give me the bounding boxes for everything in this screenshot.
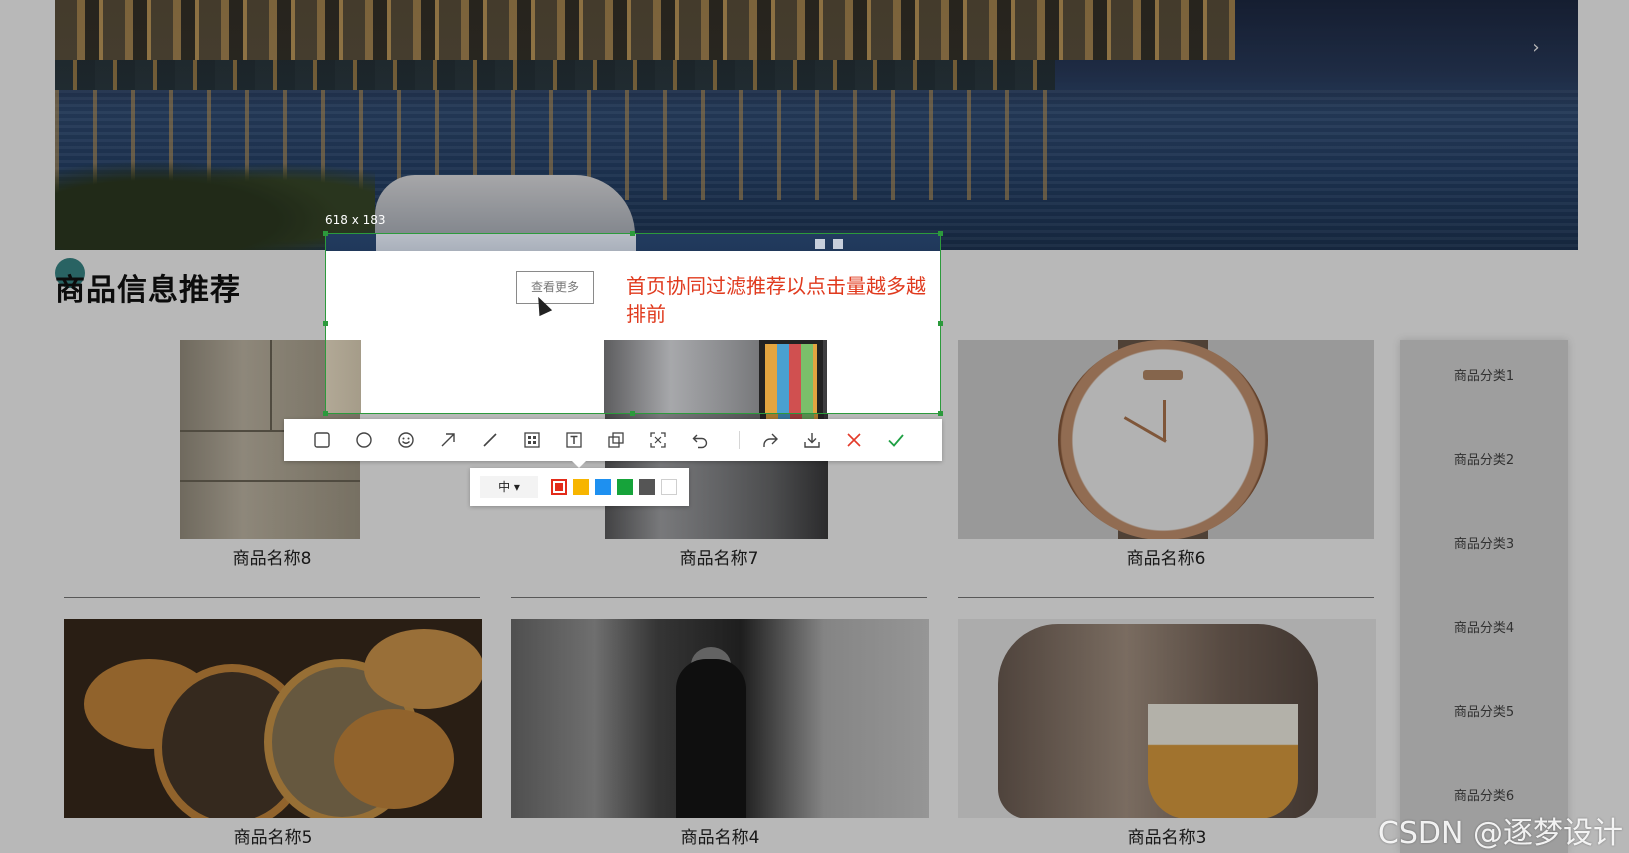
annotation-text[interactable]: 首页协同过滤推荐以点击量越多越排前 bbox=[626, 272, 926, 328]
watermark: CSDN @逐梦设计 bbox=[1377, 816, 1623, 851]
resize-handle[interactable] bbox=[630, 411, 635, 416]
color-swatch-white[interactable] bbox=[661, 479, 677, 495]
color-swatch-blue[interactable] bbox=[595, 479, 611, 495]
arrow-icon[interactable] bbox=[435, 427, 461, 453]
color-swatch-yellow[interactable] bbox=[573, 479, 589, 495]
mosaic-icon[interactable] bbox=[519, 427, 545, 453]
stroke-size-select[interactable]: 中 ▾ bbox=[480, 476, 538, 498]
toolbar-pointer bbox=[572, 461, 586, 468]
ocr-icon[interactable] bbox=[645, 427, 671, 453]
chevron-down-icon: ▾ bbox=[513, 480, 520, 494]
carousel-dot[interactable] bbox=[815, 239, 825, 249]
color-swatch-red[interactable] bbox=[551, 479, 567, 495]
capture-size-label: 618 x 183 bbox=[325, 213, 386, 227]
emoji-icon[interactable] bbox=[393, 427, 419, 453]
color-swatch-green[interactable] bbox=[617, 479, 633, 495]
style-palette: 中 ▾ bbox=[470, 468, 689, 506]
resize-handle[interactable] bbox=[630, 231, 635, 236]
resize-handle[interactable] bbox=[938, 231, 943, 236]
color-swatch-gray[interactable] bbox=[639, 479, 655, 495]
rectangle-icon[interactable] bbox=[309, 427, 335, 453]
line-icon[interactable] bbox=[477, 427, 503, 453]
ellipse-icon[interactable] bbox=[351, 427, 377, 453]
resize-handle[interactable] bbox=[323, 231, 328, 236]
view-more-button[interactable]: 查看更多 bbox=[516, 271, 594, 304]
confirm-icon[interactable] bbox=[883, 427, 909, 453]
resize-handle[interactable] bbox=[323, 411, 328, 416]
carousel-dot[interactable] bbox=[833, 239, 843, 249]
capture-selection[interactable]: 查看更多 首页协同过滤推荐以点击量越多越排前 bbox=[325, 233, 941, 414]
resize-handle[interactable] bbox=[323, 321, 328, 326]
product-image-top bbox=[326, 340, 361, 413]
resize-handle[interactable] bbox=[938, 411, 943, 416]
cancel-icon[interactable] bbox=[841, 427, 867, 453]
download-icon[interactable] bbox=[799, 427, 825, 453]
toolbar-separator bbox=[739, 431, 740, 449]
carousel-indicators[interactable] bbox=[815, 234, 851, 253]
resize-handle[interactable] bbox=[938, 321, 943, 326]
annotation-toolbar bbox=[284, 419, 942, 461]
pin-icon[interactable] bbox=[603, 427, 629, 453]
product-image-top bbox=[604, 340, 827, 413]
undo-icon[interactable] bbox=[687, 427, 713, 453]
size-value: 中 bbox=[498, 480, 511, 494]
text-icon[interactable] bbox=[561, 427, 587, 453]
share-icon[interactable] bbox=[757, 427, 783, 453]
